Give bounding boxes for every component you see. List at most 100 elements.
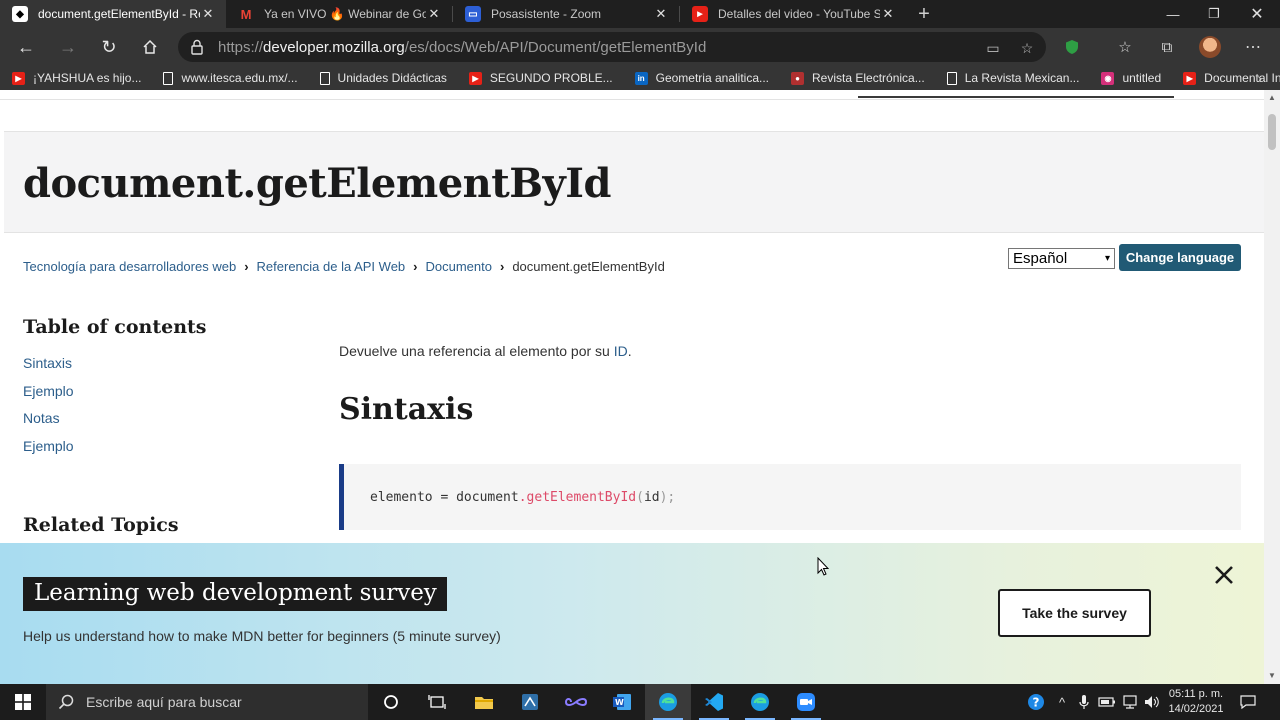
- bookmarks-bar: ▶ ¡YAHSHUA es hijo... www.itesca.edu.mx/..…: [0, 66, 1280, 90]
- bookmark-item[interactable]: ▶ Documental Investi...: [1183, 71, 1280, 85]
- word-icon[interactable]: W: [599, 684, 645, 720]
- window-close-button[interactable]: ✕: [1234, 0, 1280, 28]
- windows-start-icon[interactable]: [0, 684, 46, 720]
- vertical-scrollbar[interactable]: ▲ ▼: [1264, 90, 1280, 684]
- new-tab-button[interactable]: +: [906, 0, 942, 28]
- forward-arrow-icon[interactable]: →: [55, 34, 81, 60]
- youtube-icon: ▶: [692, 6, 708, 22]
- search-placeholder: Escribe aquí para buscar: [86, 694, 242, 710]
- cortana-icon[interactable]: [368, 684, 414, 720]
- profile-avatar[interactable]: [1199, 36, 1221, 58]
- network-icon[interactable]: [1121, 693, 1139, 711]
- vscode-icon[interactable]: [691, 684, 737, 720]
- microphone-icon[interactable]: [1075, 693, 1093, 711]
- code-var: elemento = document: [370, 490, 519, 505]
- code-line: elemento = document.getElementById(id);: [370, 490, 675, 505]
- bookmark-label: Unidades Didácticas: [337, 71, 447, 85]
- favorite-star-icon[interactable]: ☆: [1018, 39, 1036, 57]
- bookmark-label: La Revista Mexican...: [964, 71, 1080, 85]
- volume-icon[interactable]: [1143, 693, 1161, 711]
- mdn-icon: ◆: [12, 6, 28, 22]
- bookmark-item[interactable]: www.itesca.edu.mx/...: [163, 71, 298, 85]
- chevron-right-icon: ›: [244, 259, 249, 274]
- more-menu-icon[interactable]: ⋯: [1243, 37, 1263, 57]
- favorites-icon[interactable]: ☆: [1115, 37, 1135, 57]
- read-aloud-icon[interactable]: ▭: [984, 39, 1002, 57]
- app-icon: ◉: [1101, 71, 1115, 85]
- bookmark-item[interactable]: ▶ ¡YAHSHUA es hijo...: [12, 71, 141, 85]
- restore-button[interactable]: ❐: [1191, 0, 1237, 28]
- tab-strip: ◆ document.getElementById - Refe ✕ M Ya …: [0, 0, 1280, 28]
- chevron-up-icon[interactable]: ^: [1053, 693, 1071, 711]
- refresh-icon[interactable]: ↻: [96, 34, 122, 60]
- tab-youtube[interactable]: ▶ Detalles del video - YouTube Stu ✕: [680, 0, 906, 28]
- breadcrumb-link[interactable]: Referencia de la API Web: [257, 259, 406, 274]
- back-arrow-icon[interactable]: ←: [13, 34, 39, 60]
- bookmark-item[interactable]: La Revista Mexican...: [946, 71, 1080, 85]
- code-paren: );: [659, 490, 676, 505]
- file-explorer-icon[interactable]: [461, 684, 507, 720]
- close-icon[interactable]: [1212, 563, 1236, 587]
- collections-icon[interactable]: ⧉: [1157, 37, 1177, 57]
- bookmark-item[interactable]: ● Revista Electrónica...: [791, 71, 925, 85]
- tab-mdn[interactable]: ◆ document.getElementById - Refe ✕: [0, 0, 226, 28]
- tab-gmail[interactable]: M Ya en VIVO 🔥 Webinar de Goog ✕: [226, 0, 452, 28]
- bookmark-item[interactable]: Unidades Didácticas: [319, 71, 447, 85]
- bookmark-item[interactable]: in Geometria analitica...: [634, 71, 769, 85]
- toc-link[interactable]: Sintaxis: [23, 355, 74, 383]
- battery-icon[interactable]: [1098, 693, 1116, 711]
- change-language-button[interactable]: Change language: [1119, 244, 1241, 271]
- toc-title: Table of contents: [23, 316, 207, 338]
- breadcrumb-link[interactable]: Tecnología para desarrolladores web: [23, 259, 236, 274]
- scroll-up-icon[interactable]: ▲: [1267, 93, 1277, 103]
- gmail-icon: M: [240, 6, 252, 22]
- notifications-icon[interactable]: [1239, 693, 1257, 711]
- survey-banner: Learning web development survey Help us …: [0, 543, 1264, 684]
- breadcrumb-link[interactable]: Documento: [426, 259, 492, 274]
- article-summary: Devuelve una referencia al elemento por …: [339, 343, 632, 359]
- bookmark-label: Revista Electrónica...: [812, 71, 925, 85]
- banner-subtitle: Help us understand how to make MDN bette…: [23, 628, 501, 644]
- app-blue-icon[interactable]: [507, 684, 553, 720]
- chevron-right-icon[interactable]: ›: [1257, 70, 1262, 86]
- page-icon: [946, 71, 957, 85]
- take-survey-button[interactable]: Take the survey: [998, 589, 1151, 637]
- section-heading: Sintaxis: [339, 392, 474, 427]
- edge-icon[interactable]: [645, 684, 691, 720]
- home-icon[interactable]: [137, 34, 163, 60]
- code-arg: id: [643, 490, 660, 505]
- app-infinity-icon[interactable]: [553, 684, 599, 720]
- minimize-button[interactable]: —: [1150, 0, 1196, 28]
- help-icon[interactable]: ?: [1027, 693, 1045, 711]
- scrollbar-thumb[interactable]: [1268, 114, 1276, 150]
- breadcrumb: Tecnología para desarrolladores web › Re…: [23, 259, 665, 274]
- id-link[interactable]: ID: [614, 343, 628, 359]
- close-icon[interactable]: ✕: [880, 6, 896, 22]
- zoom-icon[interactable]: [783, 684, 829, 720]
- shield-extension-icon[interactable]: [1062, 37, 1082, 57]
- tab-zoom[interactable]: ▭ Posasistente - Zoom ✕: [453, 0, 679, 28]
- bookmark-item[interactable]: ◉ untitled: [1101, 71, 1161, 85]
- tab-title: document.getElementById - Refe: [38, 7, 200, 21]
- bookmark-item[interactable]: ▶ SEGUNDO PROBLE...: [468, 71, 613, 85]
- edge-icon[interactable]: [737, 684, 783, 720]
- linkedin-icon: in: [634, 71, 648, 85]
- taskbar: Escribe aquí para buscar W ? ^ 05:11 p. …: [0, 684, 1280, 720]
- language-select[interactable]: Español ▾: [1008, 248, 1115, 269]
- toc-link[interactable]: Ejemplo: [23, 438, 74, 466]
- close-icon[interactable]: ✕: [653, 6, 669, 22]
- task-view-icon[interactable]: [414, 684, 460, 720]
- address-bar[interactable]: https://developer.mozilla.org/es/docs/We…: [178, 32, 1046, 62]
- search-underline: [858, 90, 1174, 98]
- close-icon[interactable]: ✕: [426, 6, 442, 22]
- toc-link[interactable]: Notas: [23, 410, 74, 438]
- scroll-down-icon[interactable]: ▼: [1267, 671, 1277, 681]
- language-selected: Español: [1013, 250, 1068, 267]
- bookmark-label: www.itesca.edu.mx/...: [181, 71, 298, 85]
- close-icon[interactable]: ✕: [200, 6, 216, 22]
- system-clock[interactable]: 05:11 p. m. 14/02/2021: [1166, 687, 1226, 717]
- toc-link[interactable]: Ejemplo: [23, 383, 74, 411]
- taskbar-search[interactable]: Escribe aquí para buscar: [46, 684, 368, 720]
- url-host: developer.mozilla.org: [263, 39, 405, 56]
- youtube-icon: ▶: [468, 71, 482, 85]
